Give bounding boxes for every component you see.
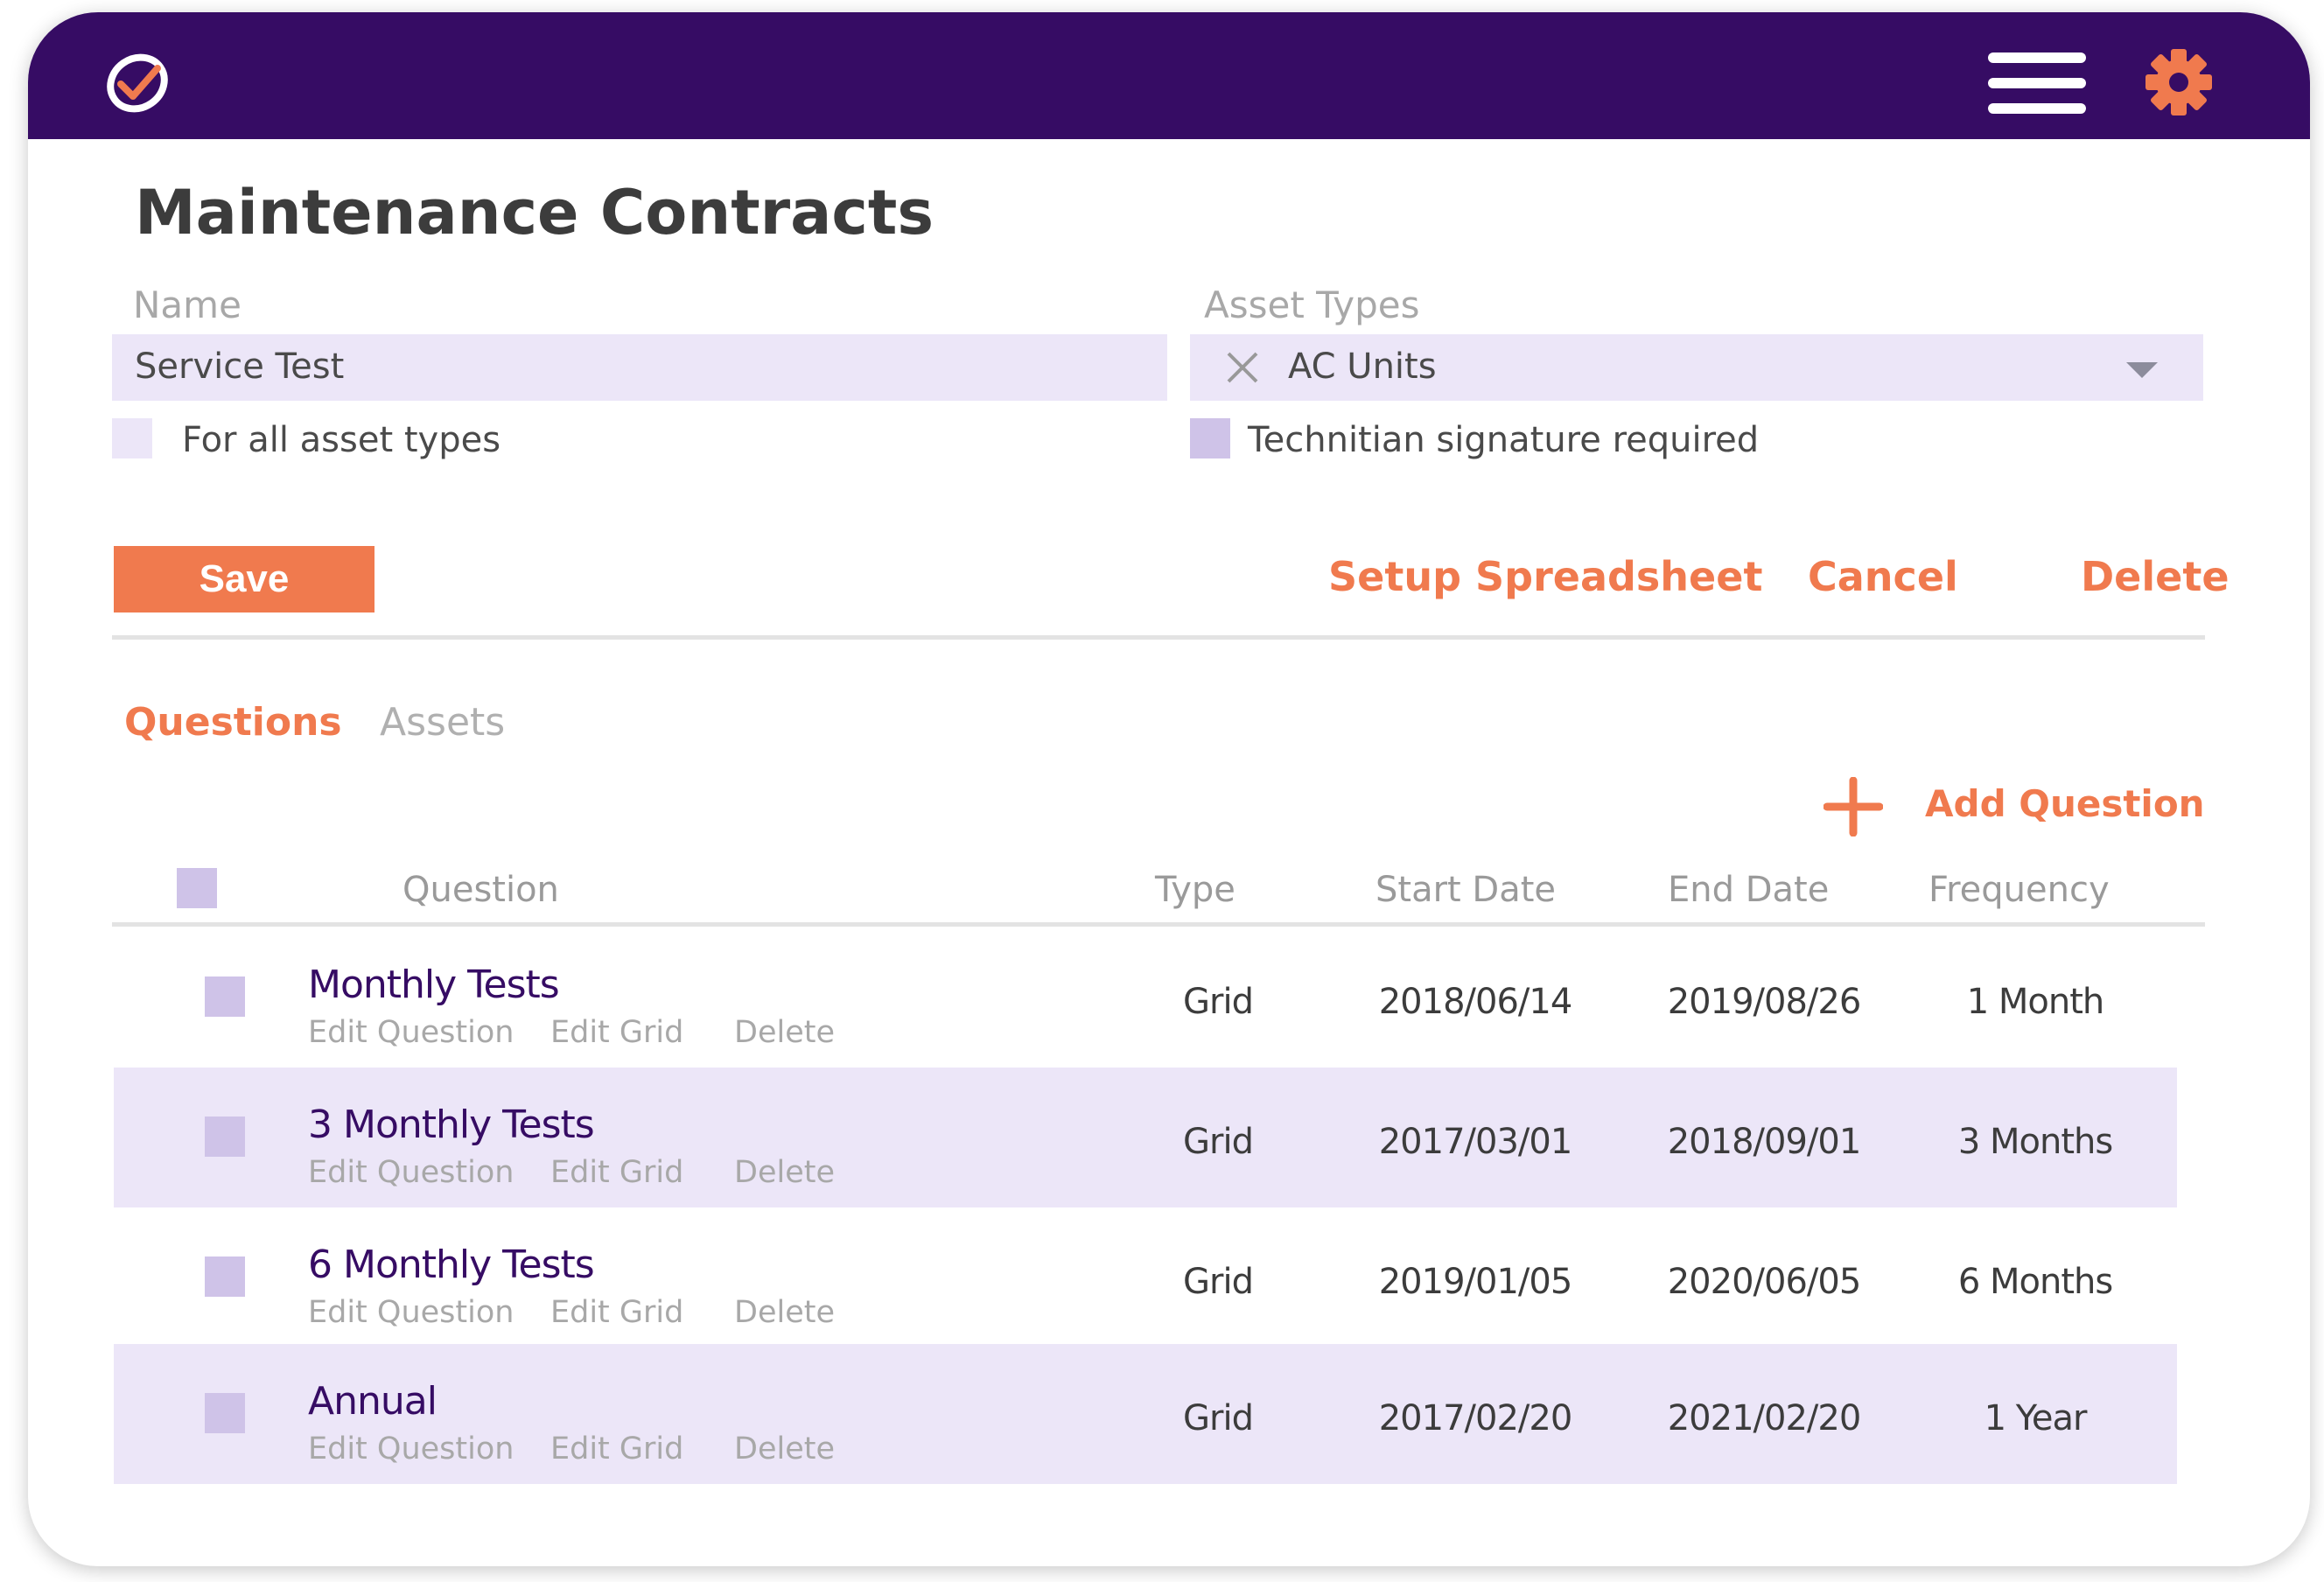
- asset-types-label: Asset Types: [1204, 284, 1420, 326]
- signature-required-checkbox[interactable]: [1190, 418, 1230, 458]
- delete-question-link[interactable]: Delete: [734, 1295, 835, 1330]
- save-button[interactable]: Save: [114, 546, 374, 612]
- for-all-asset-types-checkbox[interactable]: [112, 418, 152, 458]
- signature-required-label: Technitian signature required: [1248, 420, 1760, 460]
- column-header-type[interactable]: Type: [1155, 870, 1236, 910]
- edit-question-link[interactable]: Edit Question: [308, 1295, 514, 1330]
- end-date-cell: 2021/02/20: [1667, 1398, 1862, 1438]
- delete-question-link[interactable]: Delete: [734, 1432, 835, 1466]
- end-date-cell: 2018/09/01: [1667, 1122, 1862, 1162]
- asset-types-select[interactable]: AC Units: [1190, 334, 2203, 401]
- type-cell: Grid: [1183, 1122, 1254, 1162]
- name-input[interactable]: Service Test: [112, 334, 1167, 401]
- row-checkbox[interactable]: [205, 1393, 245, 1433]
- edit-grid-link[interactable]: Edit Grid: [550, 1432, 683, 1466]
- start-date-cell: 2018/06/14: [1378, 982, 1573, 1022]
- gear-icon[interactable]: [2144, 47, 2214, 117]
- setup-spreadsheet-button[interactable]: Setup Spreadsheet: [1328, 553, 1762, 600]
- question-title[interactable]: Annual: [308, 1379, 438, 1424]
- table-row: 3 Monthly Tests Edit Question Edit Grid …: [114, 1068, 2177, 1208]
- row-checkbox[interactable]: [205, 1116, 245, 1157]
- asset-type-tag: AC Units: [1288, 346, 1437, 387]
- start-date-cell: 2017/02/20: [1378, 1398, 1573, 1438]
- edit-grid-link[interactable]: Edit Grid: [550, 1015, 683, 1050]
- delete-button[interactable]: Delete: [2081, 553, 2230, 600]
- type-cell: Grid: [1183, 1262, 1254, 1302]
- end-date-cell: 2019/08/26: [1667, 982, 1862, 1022]
- column-header-frequency[interactable]: Frequency: [1928, 870, 2110, 910]
- question-title[interactable]: Monthly Tests: [308, 962, 560, 1007]
- check-circle-logo-icon[interactable]: [100, 44, 175, 119]
- for-all-asset-types-label: For all asset types: [182, 420, 501, 460]
- column-header-start-date[interactable]: Start Date: [1376, 870, 1556, 910]
- edit-question-link[interactable]: Edit Question: [308, 1155, 514, 1190]
- edit-grid-link[interactable]: Edit Grid: [550, 1295, 683, 1330]
- add-question-button[interactable]: Add Question: [1925, 782, 2205, 825]
- question-title[interactable]: 3 Monthly Tests: [308, 1102, 595, 1147]
- table-header-divider: [112, 922, 2205, 927]
- cancel-button[interactable]: Cancel: [1808, 553, 1958, 600]
- edit-question-link[interactable]: Edit Question: [308, 1015, 514, 1050]
- column-header-end-date[interactable]: End Date: [1668, 870, 1829, 910]
- start-date-cell: 2019/01/05: [1378, 1262, 1573, 1302]
- select-all-checkbox[interactable]: [177, 868, 217, 908]
- name-input-value: Service Test: [135, 346, 345, 387]
- start-date-cell: 2017/03/01: [1378, 1122, 1573, 1162]
- remove-tag-icon[interactable]: [1225, 350, 1260, 385]
- type-cell: Grid: [1183, 982, 1254, 1022]
- section-divider: [112, 635, 2205, 640]
- table-row: 6 Monthly Tests Edit Question Edit Grid …: [114, 1208, 2177, 1348]
- table-row: Annual Edit Question Edit Grid Delete Gr…: [114, 1344, 2177, 1484]
- chevron-down-icon[interactable]: [2124, 360, 2160, 380]
- edit-grid-link[interactable]: Edit Grid: [550, 1155, 683, 1190]
- delete-question-link[interactable]: Delete: [734, 1015, 835, 1050]
- plus-icon[interactable]: [1823, 776, 1884, 837]
- edit-question-link[interactable]: Edit Question: [308, 1432, 514, 1466]
- top-navigation-bar: [28, 12, 2310, 139]
- delete-question-link[interactable]: Delete: [734, 1155, 835, 1190]
- tab-questions[interactable]: Questions: [124, 700, 342, 745]
- tab-assets[interactable]: Assets: [380, 700, 505, 745]
- page-title: Maintenance Contracts: [135, 177, 934, 248]
- name-label: Name: [133, 284, 242, 326]
- type-cell: Grid: [1183, 1398, 1254, 1438]
- frequency-cell: 3 Months: [1957, 1122, 2113, 1162]
- row-checkbox[interactable]: [205, 976, 245, 1017]
- row-checkbox[interactable]: [205, 1256, 245, 1297]
- frequency-cell: 1 Year: [1984, 1398, 2088, 1438]
- column-header-question[interactable]: Question: [402, 870, 559, 910]
- frequency-cell: 6 Months: [1957, 1262, 2113, 1302]
- app-window: Maintenance Contracts Name Service Test …: [28, 12, 2310, 1566]
- frequency-cell: 1 Month: [1966, 982, 2105, 1022]
- hamburger-menu-icon[interactable]: [1988, 52, 2086, 114]
- table-row: Monthly Tests Edit Question Edit Grid De…: [114, 928, 2177, 1068]
- end-date-cell: 2020/06/05: [1667, 1262, 1862, 1302]
- question-title[interactable]: 6 Monthly Tests: [308, 1242, 595, 1287]
